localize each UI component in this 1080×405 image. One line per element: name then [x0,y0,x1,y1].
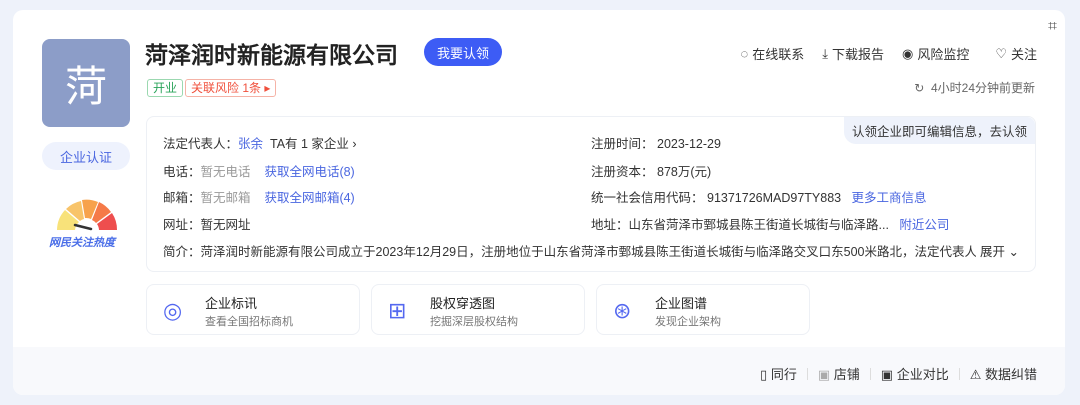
heart-icon: ♡ [995,45,1007,61]
credit-code-label: 统一社会信用代码： [591,191,704,205]
company-logo: 菏 [42,39,130,127]
risk-badge-label: 关联风险 1条 [191,81,262,95]
reg-date-row: 注册时间： 2023-12-29 [591,133,721,152]
org-chart-icon: ⊞ [388,298,407,323]
heat-label: 网民关注热度 [49,237,115,249]
info-panel: 认领企业即可编辑信息，去认领 法定代表人：张余 TA有 1 家企业 › 电话：暂… [146,116,1036,272]
action-label: 在线联系 [752,47,805,62]
update-time[interactable]: ↻ 4小时24分钟前更新 [914,79,1035,96]
phone-row: 电话：暂无电话 获取全网电话(8) [163,161,355,180]
email-label: 邮箱： [163,191,201,205]
credit-code-value: 91371726MAD97TY883 [707,191,842,205]
tool-title: 企业标讯 [205,296,258,311]
chevron-down-icon: ⌄ [1008,245,1019,259]
legal-rep-companies[interactable]: TA有 1 家企业 [270,137,349,151]
error-report-icon: ⚠ [969,367,982,382]
graph-icon: ⊛ [613,298,632,323]
divider [869,367,871,380]
peers-icon: ▯ [760,367,768,382]
follow-button[interactable]: ♡ 关注 [995,44,1037,63]
footer-label: 同行 [770,367,797,382]
website-row: 网址：暂无网址 [163,214,251,233]
legal-rep-label: 法定代表人： [163,137,239,151]
target-icon: ◎ [163,298,183,323]
divider [806,367,808,380]
action-label: 关注 [1010,47,1037,62]
phone-label: 电话： [163,165,201,179]
get-phone-link[interactable]: 获取全网电话(8) [264,165,354,179]
action-label: 风险监控 [917,47,970,62]
tool-subtitle: 查看全国招标商机 [205,316,293,328]
store-link[interactable]: ▣ 店铺 [818,364,860,383]
enterprise-certification-button[interactable]: 企业认证 [42,142,130,170]
update-text: 4小时24分钟前更新 [930,81,1035,95]
capital-row: 注册资本： 878万(元) [591,161,711,180]
action-label: 下载报告 [831,47,884,62]
action-bar: ◌ 在线联系 ⤓ 下载报告 ◉ 风险监控 ♡ 关注 [740,44,1037,63]
company-card: ⌗ 菏 企业认证 网民关注热度 菏泽润时新能源有限公司 我要认领 开业 关联风险… [13,10,1065,395]
tool-title: 股权穿透图 [430,296,496,311]
store-icon: ▣ [817,367,831,382]
download-icon: ⤓ [822,45,828,61]
intro-text: 菏泽润时新能源有限公司成立于2023年12月29日，注册地位于山东省菏泽市鄄城县… [200,245,988,259]
expand-button[interactable]: 展开 ⌄ [976,241,1019,260]
get-email-link[interactable]: 获取全网邮箱(4) [264,191,354,205]
pk-icon: ▣ [880,367,894,382]
status-badge: 开业 [147,79,184,97]
intro-row: 简介：菏泽润时新能源有限公司成立于2023年12月29日，注册地位于山东省菏泽市… [163,241,1023,260]
footer-label: 店铺 [833,367,860,382]
risk-monitor-button[interactable]: ◉ 风险监控 [902,44,969,63]
risk-badge[interactable]: 关联风险 1条 ▸ [185,79,277,97]
footer-label: 企业对比 [896,367,949,382]
company-name: 菏泽润时新能源有限公司 [145,42,398,68]
refresh-icon: ↻ [914,81,925,95]
email-row: 邮箱：暂无邮箱 获取全网邮箱(4) [163,187,355,206]
address-value: 山东省菏泽市鄄城县陈王街道长城街与临泽路... [628,218,889,232]
claim-hint[interactable]: 认领企业即可编辑信息，去认领 [843,117,1035,144]
eye-icon: ◉ [901,45,914,61]
claim-button[interactable]: 我要认领 [424,38,502,66]
footer-label: 数据纠错 [984,367,1037,382]
report-error-link[interactable]: ⚠ 数据纠错 [970,364,1037,383]
caret-right-icon: ▸ [264,81,271,95]
download-report-button[interactable]: ⤓ 下载报告 [822,44,884,63]
chevron-right-icon: › [352,137,357,151]
reg-date-label: 注册时间： [591,137,654,151]
compare-link[interactable]: ▣ 企业对比 [881,364,949,383]
qr-code-icon[interactable]: ⌗ [1048,18,1057,36]
intro-label: 简介： [163,245,201,259]
email-value: 暂无邮箱 [200,191,251,205]
chat-icon: ◌ [740,46,749,61]
online-contact-button[interactable]: ◌ 在线联系 [740,44,804,63]
tool-title: 企业图谱 [655,296,708,311]
footer-bar: ▯ 同行 ▣ 店铺 ▣ 企业对比 ⚠ 数据纠错 [13,347,1065,395]
tool-subtitle: 挖掘深层股权结构 [430,316,518,328]
capital-value: 878万(元) [657,165,712,179]
more-business-info-link[interactable]: 更多工商信息 [852,191,927,205]
reg-date-value: 2023-12-29 [657,137,721,151]
tool-card-graph[interactable]: ⊛ 企业图谱 发现企业架构 [596,284,810,335]
tool-subtitle: 发现企业架构 [655,316,721,328]
address-row: 地址：山东省菏泽市鄄城县陈王街道长城街与临泽路... 附近公司 [591,214,949,233]
legal-rep-row: 法定代表人：张余 TA有 1 家企业 › [163,133,357,152]
credit-code-row: 统一社会信用代码： 91371726MAD97TY883 更多工商信息 [591,187,927,206]
capital-label: 注册资本： [591,165,654,179]
address-label: 地址： [591,218,629,232]
peers-link[interactable]: ▯ 同行 [760,364,797,383]
website-label: 网址： [163,218,201,232]
website-value: 暂无网址 [200,218,251,232]
phone-value: 暂无电话 [200,165,251,179]
divider [958,367,960,380]
tool-card-equity[interactable]: ⊞ 股权穿透图 挖掘深层股权结构 [371,284,585,335]
legal-rep-link[interactable]: 张余 [238,137,263,151]
nearby-companies-link[interactable]: 附近公司 [899,218,949,232]
tool-card-bidding[interactable]: ◎ 企业标讯 查看全国招标商机 [146,284,360,335]
expand-label: 展开 [980,245,1006,259]
